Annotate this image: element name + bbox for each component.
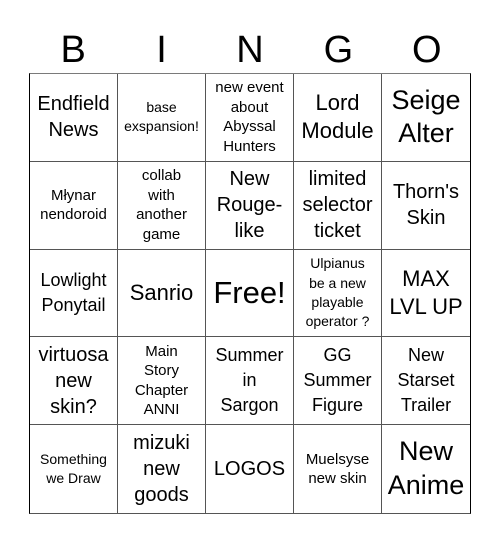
- bingo-cell[interactable]: Lord Module: [294, 74, 382, 162]
- bingo-cell[interactable]: virtuosa new skin?: [30, 337, 118, 426]
- bingo-cell[interactable]: LOGOS: [206, 425, 294, 513]
- bingo-cell[interactable]: Endfield News: [30, 74, 118, 162]
- bingo-cell[interactable]: Młynar nendoroid: [30, 161, 118, 250]
- bingo-cell[interactable]: collab with another game: [118, 161, 206, 250]
- bingo-cell[interactable]: Thorn's Skin: [382, 162, 470, 250]
- bingo-cell[interactable]: limited selector ticket: [294, 161, 382, 250]
- bingo-cell[interactable]: New Anime: [382, 425, 470, 513]
- bingo-cell[interactable]: Lowlight Ponytail: [30, 249, 118, 338]
- bingo-cell[interactable]: Something we Draw: [30, 425, 118, 513]
- header-letter-n: N: [236, 29, 264, 71]
- bingo-cell[interactable]: New Rouge- like: [206, 161, 294, 250]
- bingo-cell[interactable]: Muelsyse new skin: [294, 425, 382, 513]
- bingo-cell[interactable]: mizuki new goods: [118, 425, 206, 513]
- bingo-cell[interactable]: Seige Alter: [382, 74, 470, 162]
- bingo-cell[interactable]: Ulpianus be a new playable operator ?: [294, 249, 382, 338]
- free-space-cell[interactable]: Free!: [206, 249, 294, 338]
- header-letter-i: I: [156, 29, 167, 71]
- header-letter-o: O: [411, 29, 442, 71]
- bingo-cell[interactable]: new event about Abyssal Hunters: [206, 74, 294, 162]
- bingo-header: B I N G O: [29, 28, 471, 73]
- bingo-cell[interactable]: base exspansion!: [118, 74, 206, 162]
- bingo-cell[interactable]: Summer in Sargon: [206, 337, 294, 426]
- bingo-cell[interactable]: MAX LVL UP: [382, 250, 470, 338]
- bingo-cell[interactable]: GG Summer Figure: [294, 337, 382, 426]
- bingo-board: Endfield News base exspansion! new event…: [29, 73, 471, 514]
- header-letter-b: B: [60, 29, 86, 71]
- bingo-cell[interactable]: Sanrio: [118, 249, 206, 338]
- header-letter-g: G: [323, 29, 354, 71]
- bingo-cell[interactable]: Main Story Chapter ANNI: [118, 337, 206, 426]
- bingo-cell[interactable]: New Starset Trailer: [382, 337, 470, 426]
